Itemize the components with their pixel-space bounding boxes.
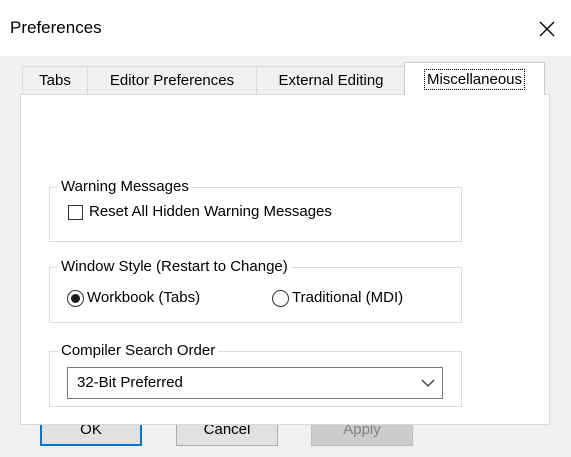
reset-warnings-label[interactable]: Reset All Hidden Warning Messages (89, 202, 332, 222)
group-window-style: Window Style (Restart to Change) Workboo… (49, 257, 462, 323)
group-title: Window Style (Restart to Change) (58, 257, 291, 277)
traditional-label[interactable]: Traditional (MDI) (292, 288, 403, 308)
close-button[interactable] (528, 10, 566, 48)
workbook-label[interactable]: Workbook (Tabs) (87, 288, 200, 308)
preferences-dialog: Preferences Tabs Editor Preferences Exte… (0, 0, 571, 457)
workbook-radio[interactable] (67, 290, 84, 307)
radio-selected-dot (71, 294, 80, 303)
tab-external-editing[interactable]: External Editing (256, 66, 406, 94)
chevron-down-icon (421, 379, 435, 387)
close-icon (539, 21, 555, 37)
tab-label: External Editing (278, 72, 384, 89)
tab-tabs[interactable]: Tabs (22, 66, 88, 94)
reset-warnings-checkbox[interactable] (68, 205, 83, 220)
tab-miscellaneous[interactable]: Miscellaneous (404, 62, 545, 95)
title-bar: Preferences (0, 0, 571, 56)
group-title: Warning Messages (58, 177, 192, 197)
traditional-radio[interactable] (272, 290, 289, 307)
tab-label: Tabs (39, 72, 71, 89)
window-title: Preferences (10, 18, 102, 37)
group-title: Compiler Search Order (58, 341, 219, 361)
combo-selected-value: 32-Bit Preferred (77, 374, 183, 391)
group-warning-messages: Warning Messages Reset All Hidden Warnin… (49, 177, 462, 242)
dialog-client-area: Tabs Editor Preferences External Editing… (0, 56, 571, 457)
tab-label: Editor Preferences (109, 72, 235, 89)
tab-panel-miscellaneous: Warning Messages Reset All Hidden Warnin… (20, 94, 550, 425)
tab-label: Miscellaneous (423, 68, 526, 90)
compiler-search-order-select[interactable]: 32-Bit Preferred (67, 367, 443, 399)
group-compiler-search-order: Compiler Search Order 32-Bit Preferred (49, 341, 462, 407)
tab-editor-preferences[interactable]: Editor Preferences (87, 66, 257, 94)
